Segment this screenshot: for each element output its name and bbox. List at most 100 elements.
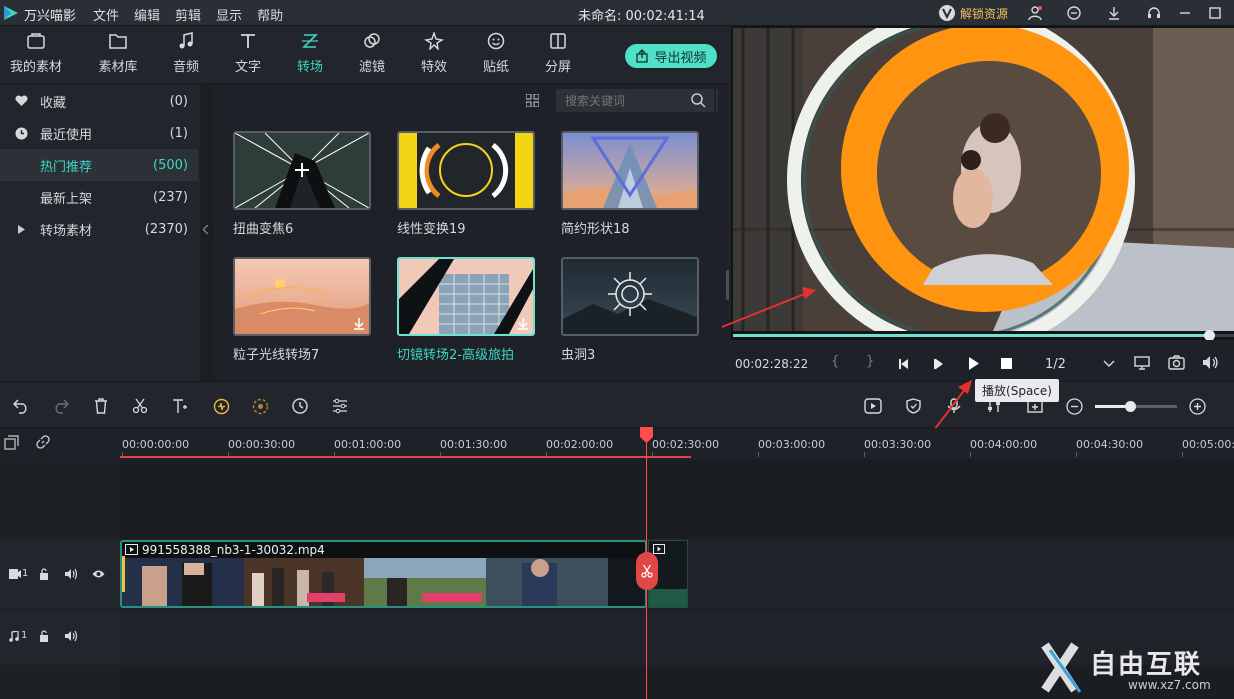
eye-icon[interactable] [92,569,105,579]
clip-video-icon [125,544,138,555]
zoom-out-icon[interactable] [1065,397,1083,415]
link-icon[interactable] [36,435,50,449]
tab-stickers[interactable]: 贴纸 [466,32,526,75]
triangle-right-icon[interactable] [18,224,25,234]
adjust-sliders-icon[interactable] [331,397,349,415]
step-forward-icon[interactable] [933,358,945,370]
search-icon[interactable] [691,93,706,108]
lock-icon[interactable] [39,568,49,580]
timeline-ruler[interactable]: 00:00:00:00 00:00:30:00 00:01:00:00 00:01:3… [0,428,1234,460]
export-video-button[interactable]: 导出视频 [625,44,717,68]
transition-label: 虫洞3 [561,348,596,363]
add-text-icon[interactable] [171,397,189,415]
thumb-image [235,133,369,208]
ai-audio-icon[interactable] [212,397,230,415]
snapshot-camera-icon[interactable] [1168,355,1185,370]
menu-item-edit[interactable]: 编辑 [134,5,160,24]
video-clip[interactable]: 991558388_nb3-1-30032.mp4 [120,540,647,608]
panel-collapse-handle[interactable] [200,85,213,381]
maximize-icon[interactable] [1205,3,1225,23]
playhead-handle[interactable] [639,426,654,444]
category-new[interactable]: 最新上架 (237) [0,181,198,213]
redo-icon[interactable] [52,397,70,415]
transition-category-list: 收藏 (0) 最近使用 (1) 热门推荐 (500) 最新上架 (237) 转场… [0,85,200,381]
speed-clock-icon[interactable] [291,397,309,415]
ai-effect-icon[interactable] [251,397,269,415]
minimize-icon[interactable] [1175,3,1195,23]
tab-label: 贴纸 [482,60,509,75]
mark-in-button[interactable]: { [831,354,839,369]
category-favorites[interactable]: 收藏 (0) [0,85,198,117]
download-icon[interactable] [353,318,365,330]
thumb-image [399,259,533,334]
zoom-slider-knob[interactable] [1125,401,1136,412]
search-field[interactable] [556,89,714,112]
download-icon[interactable] [517,318,529,330]
ruler-tick-label: 00:01:00:00 [334,438,402,451]
transition-thumb-linear-transform[interactable] [397,131,535,210]
transition-thumb-particle-light[interactable] [233,257,371,336]
preview-quality-select[interactable]: 1/2 [1031,351,1121,375]
menu-item-view[interactable]: 显示 [216,5,242,24]
playback-controls: 00:02:28:22 { } 1/2 [731,340,1234,381]
clip-filmstrip [122,558,645,606]
tab-my-media[interactable]: 我的素材 [6,32,66,75]
grid-view-icon[interactable] [526,94,539,107]
transition-thumb-simple-shape[interactable] [561,131,699,210]
thumb-image [399,133,533,208]
transition-label: 粒子光线转场7 [233,348,320,363]
app-logo-icon [4,6,18,20]
tab-split-screen[interactable]: 分屏 [528,32,588,75]
menu-item-clip[interactable]: 剪辑 [175,5,201,24]
lock-icon[interactable] [39,630,49,642]
delete-icon[interactable] [92,397,110,415]
volume-icon[interactable] [1202,355,1219,370]
transition-thumb-wormhole[interactable] [561,257,699,336]
menu-item-file[interactable]: 文件 [93,5,119,24]
zoom-slider[interactable] [1095,401,1177,412]
message-icon[interactable] [1064,3,1084,23]
mark-out-button[interactable]: } [866,354,874,369]
download-icon[interactable] [1104,3,1124,23]
preview-progress-track[interactable] [733,330,1234,341]
category-label: 转场素材 [40,223,93,239]
audio-track-header: 1 [0,610,120,665]
search-input[interactable] [556,89,686,112]
annotation-arrow-preview [721,287,816,328]
split-scissors-icon[interactable] [131,397,149,415]
tab-effects[interactable]: 特效 [404,32,464,75]
clip-trim-handle[interactable] [122,556,125,592]
category-count: (0) [169,93,188,109]
display-settings-icon[interactable] [1134,355,1150,371]
category-label: 最新上架 [40,191,93,207]
track-volume-icon[interactable] [65,568,78,580]
category-hot[interactable]: 热门推荐 (500) [0,149,198,181]
tab-filters[interactable]: 滤镜 [342,32,402,75]
heart-icon [15,95,28,106]
app-name: 万兴喵影 [24,9,77,24]
account-icon[interactable] [1025,3,1045,23]
undo-icon[interactable] [12,397,30,415]
zoom-in-icon[interactable] [1188,397,1206,415]
track-volume-icon[interactable] [65,630,78,642]
menu-item-help[interactable]: 帮助 [257,5,283,24]
tab-label: 素材库 [98,60,138,75]
unlock-resources-button[interactable]: 解锁资源 [938,4,1008,22]
tab-audio[interactable]: 音频 [156,32,216,75]
category-transition-materials[interactable]: 转场素材 (2370) [0,213,198,245]
transition-thumb-cut-travel[interactable] [397,257,535,336]
tab-transitions[interactable]: 转场 [280,32,340,75]
stop-icon[interactable] [1001,358,1012,369]
play-icon[interactable] [968,357,980,370]
transition-thumb-twist-zoom[interactable] [233,131,371,210]
split-screen-icon [550,33,566,49]
tab-library[interactable]: 素材库 [88,32,148,75]
tab-text[interactable]: 文字 [218,32,278,75]
add-track-icon[interactable] [4,435,19,450]
render-preview-icon[interactable] [864,397,882,415]
category-label: 收藏 [40,95,67,111]
category-recent[interactable]: 最近使用 (1) [0,117,198,149]
split-clip-button[interactable] [636,552,658,590]
step-back-icon[interactable] [898,358,910,370]
support-headset-icon[interactable] [1144,3,1164,23]
